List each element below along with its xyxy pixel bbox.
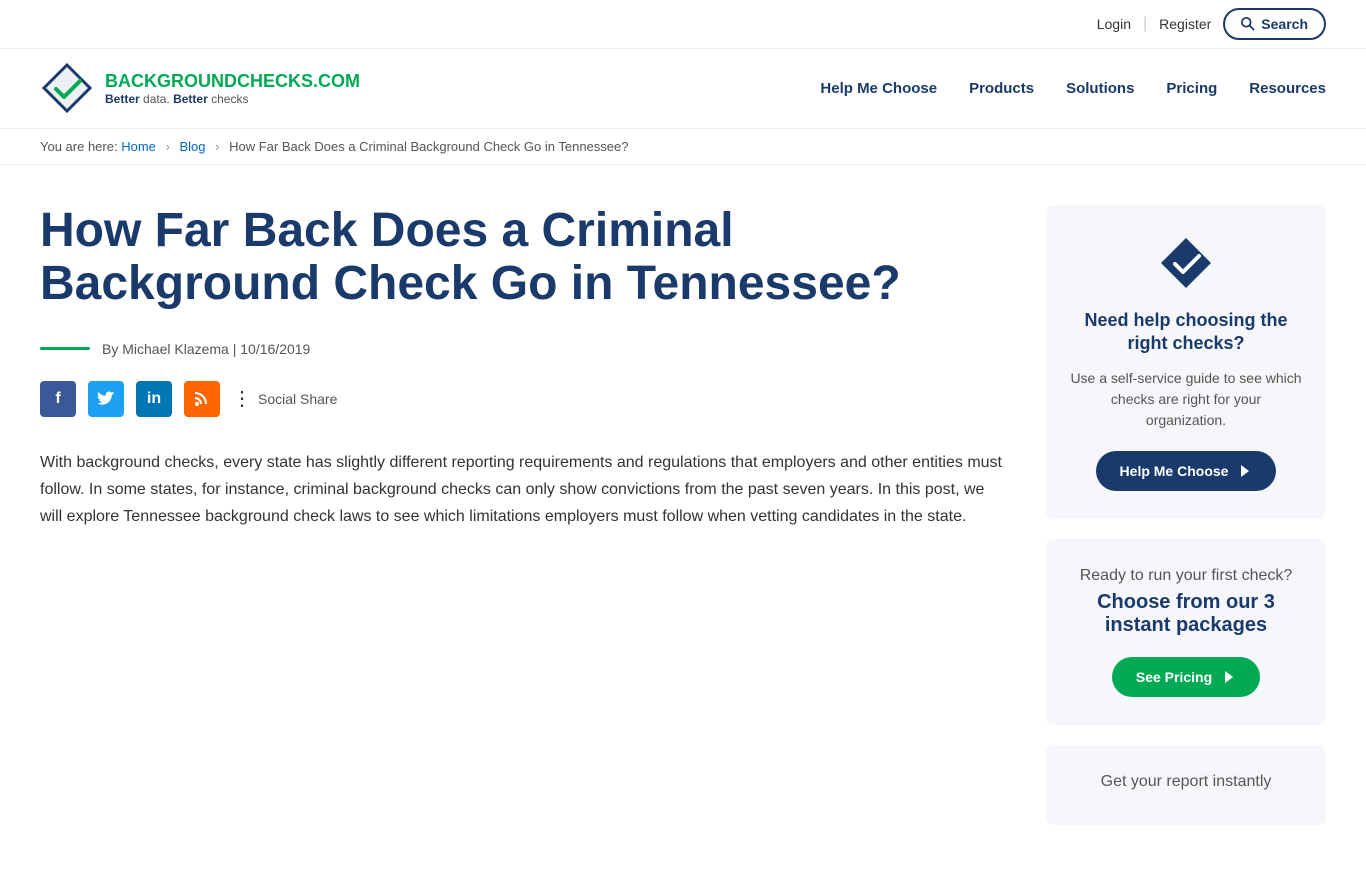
card1-title: Need help choosing the right checks? — [1070, 309, 1302, 356]
breadcrumb-sep2: › — [215, 139, 219, 154]
article-area: How Far Back Does a Criminal Background … — [40, 205, 1006, 845]
article-title: How Far Back Does a Criminal Background … — [40, 205, 1006, 311]
logo-area: BACKGROUNDCHECKS.COM Better data. Better… — [40, 49, 360, 128]
nav-resources[interactable]: Resources — [1249, 60, 1326, 117]
help-me-choose-button[interactable]: Help Me Choose — [1096, 451, 1277, 491]
login-link[interactable]: Login — [1097, 16, 1131, 32]
logo-name: BACKGROUNDCHECKS.COM — [105, 71, 360, 92]
diamond-check-icon — [1156, 233, 1216, 293]
author-text: By Michael Klazema | 10/16/2019 — [102, 341, 310, 357]
logo-svg — [40, 61, 95, 116]
linkedin-share-button[interactable]: in — [136, 381, 172, 417]
top-bar-links: Login | Register Search — [1097, 8, 1326, 40]
main-content: How Far Back Does a Criminal Background … — [0, 165, 1366, 885]
sidebar-card-report: Get your report instantly — [1046, 745, 1326, 825]
arrow-right-icon-2 — [1220, 669, 1236, 685]
author-bar — [40, 347, 90, 350]
article-body: With background checks, every state has … — [40, 449, 1006, 531]
twitter-share-button[interactable] — [88, 381, 124, 417]
breadcrumb-sep1: › — [166, 139, 170, 154]
register-link[interactable]: Register — [1159, 16, 1211, 32]
logo-text: BACKGROUNDCHECKS.COM Better data. Better… — [105, 71, 360, 106]
nav-products[interactable]: Products — [969, 60, 1034, 117]
divider: | — [1143, 15, 1147, 33]
author-line: By Michael Klazema | 10/16/2019 — [40, 341, 1006, 357]
see-pricing-button[interactable]: See Pricing — [1112, 657, 1260, 697]
breadcrumb: You are here: Home › Blog › How Far Back… — [0, 129, 1366, 165]
search-icon — [1241, 17, 1255, 31]
rss-icon — [194, 391, 210, 407]
sidebar-card-icon — [1156, 233, 1216, 293]
nav-solutions[interactable]: Solutions — [1066, 60, 1134, 117]
rss-share-button[interactable] — [184, 381, 220, 417]
nav-help-me-choose[interactable]: Help Me Choose — [820, 60, 937, 117]
social-row: f in ⋮ Social Share — [40, 381, 1006, 417]
top-bar: Login | Register Search — [0, 0, 1366, 49]
dots-icon: ⋮ — [232, 386, 252, 411]
breadcrumb-current: How Far Back Does a Criminal Background … — [229, 139, 628, 154]
card2-packages: Choose from our 3 instant packages — [1070, 591, 1302, 637]
facebook-share-button[interactable]: f — [40, 381, 76, 417]
breadcrumb-blog[interactable]: Blog — [180, 139, 206, 154]
twitter-icon — [97, 391, 115, 407]
breadcrumb-home[interactable]: Home — [121, 139, 156, 154]
main-nav: BACKGROUNDCHECKS.COM Better data. Better… — [0, 49, 1366, 129]
logo-icon — [40, 61, 95, 116]
social-share-more[interactable]: ⋮ Social Share — [232, 386, 337, 411]
nav-pricing[interactable]: Pricing — [1166, 60, 1217, 117]
sidebar-card-pricing: Ready to run your first check? Choose fr… — [1046, 539, 1326, 725]
card3-title: Get your report instantly — [1070, 773, 1302, 791]
sidebar-card-help: Need help choosing the right checks? Use… — [1046, 205, 1326, 519]
card2-title: Ready to run your first check? — [1070, 567, 1302, 585]
search-button[interactable]: Search — [1223, 8, 1326, 40]
card1-desc: Use a self-service guide to see which ch… — [1070, 368, 1302, 431]
arrow-right-icon — [1236, 463, 1252, 479]
logo-tagline: Better data. Better checks — [105, 92, 360, 106]
nav-links: Help Me Choose Products Solutions Pricin… — [820, 60, 1326, 117]
sidebar: Need help choosing the right checks? Use… — [1046, 205, 1326, 845]
